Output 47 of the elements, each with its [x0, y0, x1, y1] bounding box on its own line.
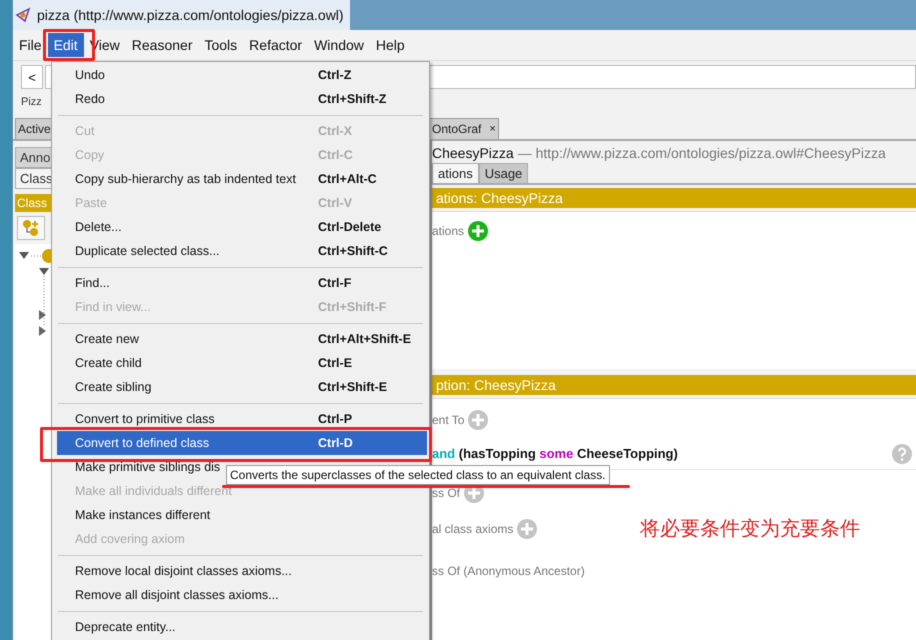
add-subclass-button[interactable]	[17, 216, 45, 240]
section-label: ss Of (Anonymous Ancestor)	[432, 564, 585, 578]
menu-item[interactable]: Copy sub-hierarchy as tab indented text Ctrl+Alt-C	[57, 167, 427, 191]
section-label: al class axioms	[432, 522, 514, 536]
menu-title[interactable]: Edit	[48, 33, 84, 57]
menu-item[interactable]: Redo Ctrl+Shift-Z	[57, 87, 427, 111]
menu-item[interactable]: Create sibling Ctrl+Shift-E	[57, 375, 427, 399]
breadcrumb-item[interactable]: Pizz	[21, 96, 42, 108]
add-subclass-icon	[22, 219, 40, 237]
menu-item[interactable]: Find... Ctrl-F	[57, 271, 427, 295]
view-tab[interactable]: ations	[432, 163, 479, 183]
app-logo-icon	[15, 7, 31, 23]
menu-item[interactable]: Remove local disjoint classes axioms...	[57, 559, 427, 583]
section-label: ent To	[432, 412, 464, 427]
menu-item[interactable]: Create new Ctrl+Alt+Shift-E	[57, 327, 427, 351]
menu-item[interactable]: Remove all disjoint classes axioms...	[57, 583, 427, 607]
back-button[interactable]: <	[21, 65, 43, 89]
close-icon[interactable]: ×	[489, 123, 496, 135]
menu-item[interactable]: Duplicate selected class... Ctrl+Shift-C	[57, 239, 427, 263]
help-icon[interactable]	[892, 444, 912, 464]
annotation-note: 将必要条件变为充要条件	[640, 515, 860, 542]
tooltip: Converts the superclasses of the selected class to an equivalent class.	[226, 465, 610, 485]
menu-title[interactable]: Tools	[198, 33, 244, 57]
workspace-tab[interactable]: OntoGraf ×	[429, 118, 499, 139]
add-icon[interactable]	[468, 221, 488, 241]
menu-item[interactable]: Make instances different	[57, 503, 427, 527]
panel-header: ption: CheesyPizza	[432, 374, 916, 395]
menu-item[interactable]: Deprecate entity...	[57, 615, 427, 639]
menu-title[interactable]: Reasoner	[126, 33, 198, 57]
view-tab[interactable]: Usage	[478, 163, 528, 183]
section-label: ss Of	[432, 486, 460, 500]
entity-iri: — http://www.pizza.com/ontologies/pizza.owl#CheesyPizza	[518, 145, 886, 161]
section-label: ations	[432, 224, 464, 238]
menu-title[interactable]: Refactor	[243, 33, 308, 57]
entity-name: CheesyPizza	[432, 145, 514, 161]
window-title: pizza (http://www.pizza.com/ontologies/pizza.owl)	[37, 7, 344, 23]
menu-item[interactable]: Undo Ctrl-Z	[57, 63, 427, 87]
menu-title[interactable]: Window	[308, 33, 370, 57]
menu-title[interactable]: Help	[370, 33, 411, 57]
class-expression: and (hasTopping some CheeseTopping)	[432, 446, 678, 462]
menu-item[interactable]: Convert to defined class Ctrl-D	[57, 431, 427, 455]
menu-title[interactable]: File	[13, 33, 48, 57]
menu-item[interactable]: Create child Ctrl-E	[57, 351, 427, 375]
panel-header: ations: CheesyPizza	[432, 188, 916, 208]
workspace-tab[interactable]: Active	[15, 118, 54, 139]
menu-item[interactable]: Convert to primitive class Ctrl-P	[57, 407, 427, 431]
menu-item[interactable]: Delete... Ctrl-Delete	[57, 215, 427, 239]
